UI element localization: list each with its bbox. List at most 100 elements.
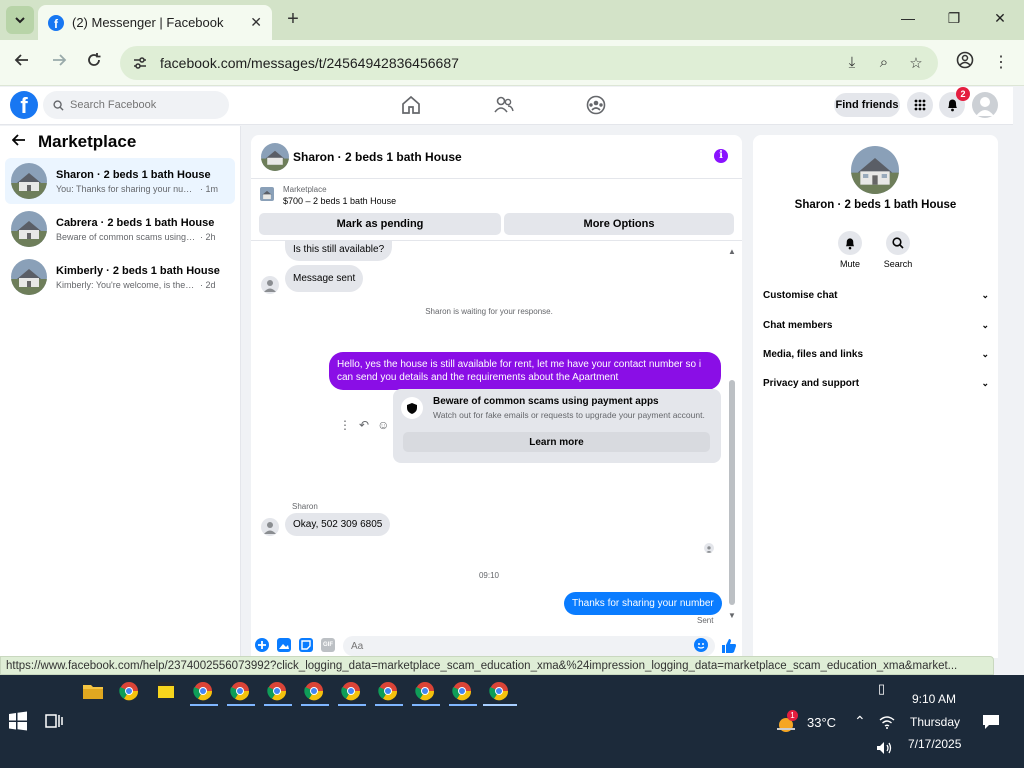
device-icon[interactable]: ▯ — [878, 681, 885, 697]
chevron-down-icon: ⌄ — [981, 348, 989, 359]
chrome-window-icon[interactable] — [452, 681, 476, 705]
chrome-window-icon[interactable] — [304, 681, 328, 705]
friends-nav-button[interactable] — [493, 95, 517, 117]
privacy-support-row[interactable]: Privacy and support ⌄ — [763, 374, 989, 392]
media-files-links-row[interactable]: Media, files and links ⌄ — [763, 345, 989, 363]
windows-taskbar: 1 33°C ⌃ ▯ 9:10 AM Thursday 7/17/2025 — [0, 675, 1024, 768]
facebook-search[interactable] — [43, 91, 229, 119]
back-button[interactable] — [11, 52, 33, 74]
menu-grid-button[interactable] — [907, 92, 933, 118]
wifi-icon[interactable] — [879, 715, 895, 732]
account-avatar-button[interactable] — [972, 92, 998, 118]
chrome-window-icon[interactable] — [415, 681, 439, 705]
more-actions-icon[interactable]: ⋮ — [339, 418, 351, 432]
volume-icon[interactable] — [876, 741, 894, 758]
message-bubble-outgoing[interactable]: Hello, yes the house is still available … — [329, 352, 721, 390]
contact-avatar[interactable] — [851, 146, 899, 194]
info-icon[interactable]: i — [714, 149, 728, 163]
chrome-window-icon[interactable] — [341, 681, 365, 705]
tab-search-button[interactable] — [6, 6, 34, 34]
temperature-text[interactable]: 33°C — [807, 715, 836, 730]
back-arrow-icon[interactable] — [11, 133, 32, 151]
chrome-icon[interactable] — [119, 681, 143, 705]
photo-icon[interactable] — [277, 638, 291, 652]
task-view-icon[interactable] — [44, 711, 68, 735]
chevron-up-icon[interactable]: ⌃ — [854, 713, 866, 730]
listing-price[interactable]: $700 – 2 beds 1 bath House — [283, 196, 396, 206]
sticker-icon[interactable] — [299, 638, 313, 652]
restore-button[interactable]: ❐ — [944, 10, 964, 27]
sticky-notes-icon[interactable] — [157, 681, 181, 705]
clock-time[interactable]: 9:10 AM — [912, 692, 956, 706]
groups-nav-button[interactable] — [585, 95, 609, 117]
home-nav-button[interactable] — [400, 95, 424, 117]
chat-scrollbar-thumb[interactable] — [729, 380, 735, 605]
chat-panel: Sharon · 2 beds 1 bath House i Marketpla… — [251, 135, 742, 658]
scam-warning-subtitle: Watch out for fake emails or requests to… — [433, 410, 705, 420]
conversation-item[interactable]: Sharon · 2 beds 1 bath House You: Thanks… — [5, 158, 235, 204]
gif-icon[interactable]: GIF — [321, 638, 335, 652]
mark-as-pending-button[interactable]: Mark as pending — [259, 213, 501, 235]
chat-members-row[interactable]: Chat members ⌄ — [763, 316, 989, 334]
profile-button[interactable] — [954, 51, 976, 73]
file-explorer-icon[interactable] — [82, 681, 106, 705]
chrome-window-icon[interactable] — [267, 681, 291, 705]
emoji-icon[interactable] — [694, 638, 708, 652]
conversation-item[interactable]: Cabrera · 2 beds 1 bath House Beware of … — [5, 206, 235, 252]
marketplace-conversation-list: Marketplace Sharon · 2 beds 1 bath House… — [0, 126, 241, 658]
learn-more-button[interactable]: Learn more — [403, 432, 710, 452]
chrome-window-icon[interactable] — [193, 681, 217, 705]
sender-avatar — [261, 276, 279, 294]
chrome-window-icon[interactable] — [230, 681, 254, 705]
site-settings-icon[interactable] — [132, 55, 148, 71]
clock-day[interactable]: Thursday — [910, 715, 960, 729]
message-bubble-incoming[interactable]: Is this still available? — [285, 241, 393, 261]
react-emoji-icon[interactable]: ☺ — [377, 418, 389, 432]
install-app-icon[interactable]: ⤓ — [842, 54, 862, 71]
facebook-search-input[interactable] — [70, 99, 220, 111]
browser-menu-button[interactable]: ⋮ — [990, 52, 1012, 74]
close-window-button[interactable]: ✕ — [990, 10, 1010, 27]
message-bubble-incoming[interactable]: Message sent — [285, 265, 364, 292]
chrome-window-icon[interactable] — [378, 681, 402, 705]
page-scrollbar[interactable] — [1013, 87, 1024, 675]
friends-icon — [494, 96, 514, 113]
chat-avatar[interactable] — [261, 142, 289, 171]
forward-button[interactable] — [48, 52, 70, 74]
clock-date[interactable]: 7/17/2025 — [908, 737, 961, 751]
chat-title[interactable]: Sharon · 2 beds 1 bath House — [293, 150, 462, 164]
listing-thumbnail[interactable] — [260, 187, 274, 201]
conversation-item[interactable]: Kimberly · 2 beds 1 bath House Kimberly:… — [5, 254, 235, 300]
conversation-time: · 2h — [200, 231, 216, 242]
more-options-button[interactable]: More Options — [504, 213, 734, 235]
scroll-up-icon[interactable]: ▲ — [728, 247, 736, 256]
minimize-button[interactable]: — — [898, 10, 918, 26]
chrome-window-icon[interactable] — [489, 681, 513, 705]
browser-tab-messenger[interactable]: f (2) Messenger | Facebook ✕ — [38, 5, 272, 40]
mute-button[interactable]: Mute — [830, 231, 870, 269]
scroll-down-icon[interactable]: ▼ — [728, 611, 736, 620]
reload-button[interactable] — [83, 52, 105, 74]
message-input[interactable] — [343, 636, 715, 656]
shield-icon — [401, 397, 423, 419]
customise-chat-row[interactable]: Customise chat ⌄ — [763, 286, 989, 304]
reply-icon[interactable]: ↶ — [359, 418, 369, 432]
search-conversation-button[interactable]: Search — [878, 231, 918, 269]
notification-center-icon[interactable] — [982, 714, 1000, 733]
thumbs-up-icon[interactable] — [721, 638, 736, 653]
search-icon — [53, 99, 64, 111]
message-bubble-incoming[interactable]: Okay, 502 309 6805 — [285, 513, 391, 536]
address-bar[interactable]: facebook.com/messages/t/2456494283645668… — [120, 46, 938, 80]
windows-start-icon[interactable] — [8, 711, 32, 735]
new-tab-button[interactable]: + — [282, 8, 304, 30]
message-bubble-outgoing[interactable]: Thanks for sharing your number — [564, 592, 722, 615]
window-indicator — [449, 704, 477, 706]
close-tab-icon[interactable]: ✕ — [250, 14, 262, 31]
facebook-logo-icon[interactable]: f — [10, 91, 38, 119]
search-icon — [892, 237, 904, 249]
zoom-icon[interactable]: ⌕ — [874, 54, 894, 71]
add-attachment-icon[interactable] — [255, 638, 269, 652]
find-friends-button[interactable]: Find friends — [834, 93, 900, 117]
bookmark-star-icon[interactable]: ☆ — [906, 54, 926, 72]
sender-avatar — [261, 518, 279, 536]
